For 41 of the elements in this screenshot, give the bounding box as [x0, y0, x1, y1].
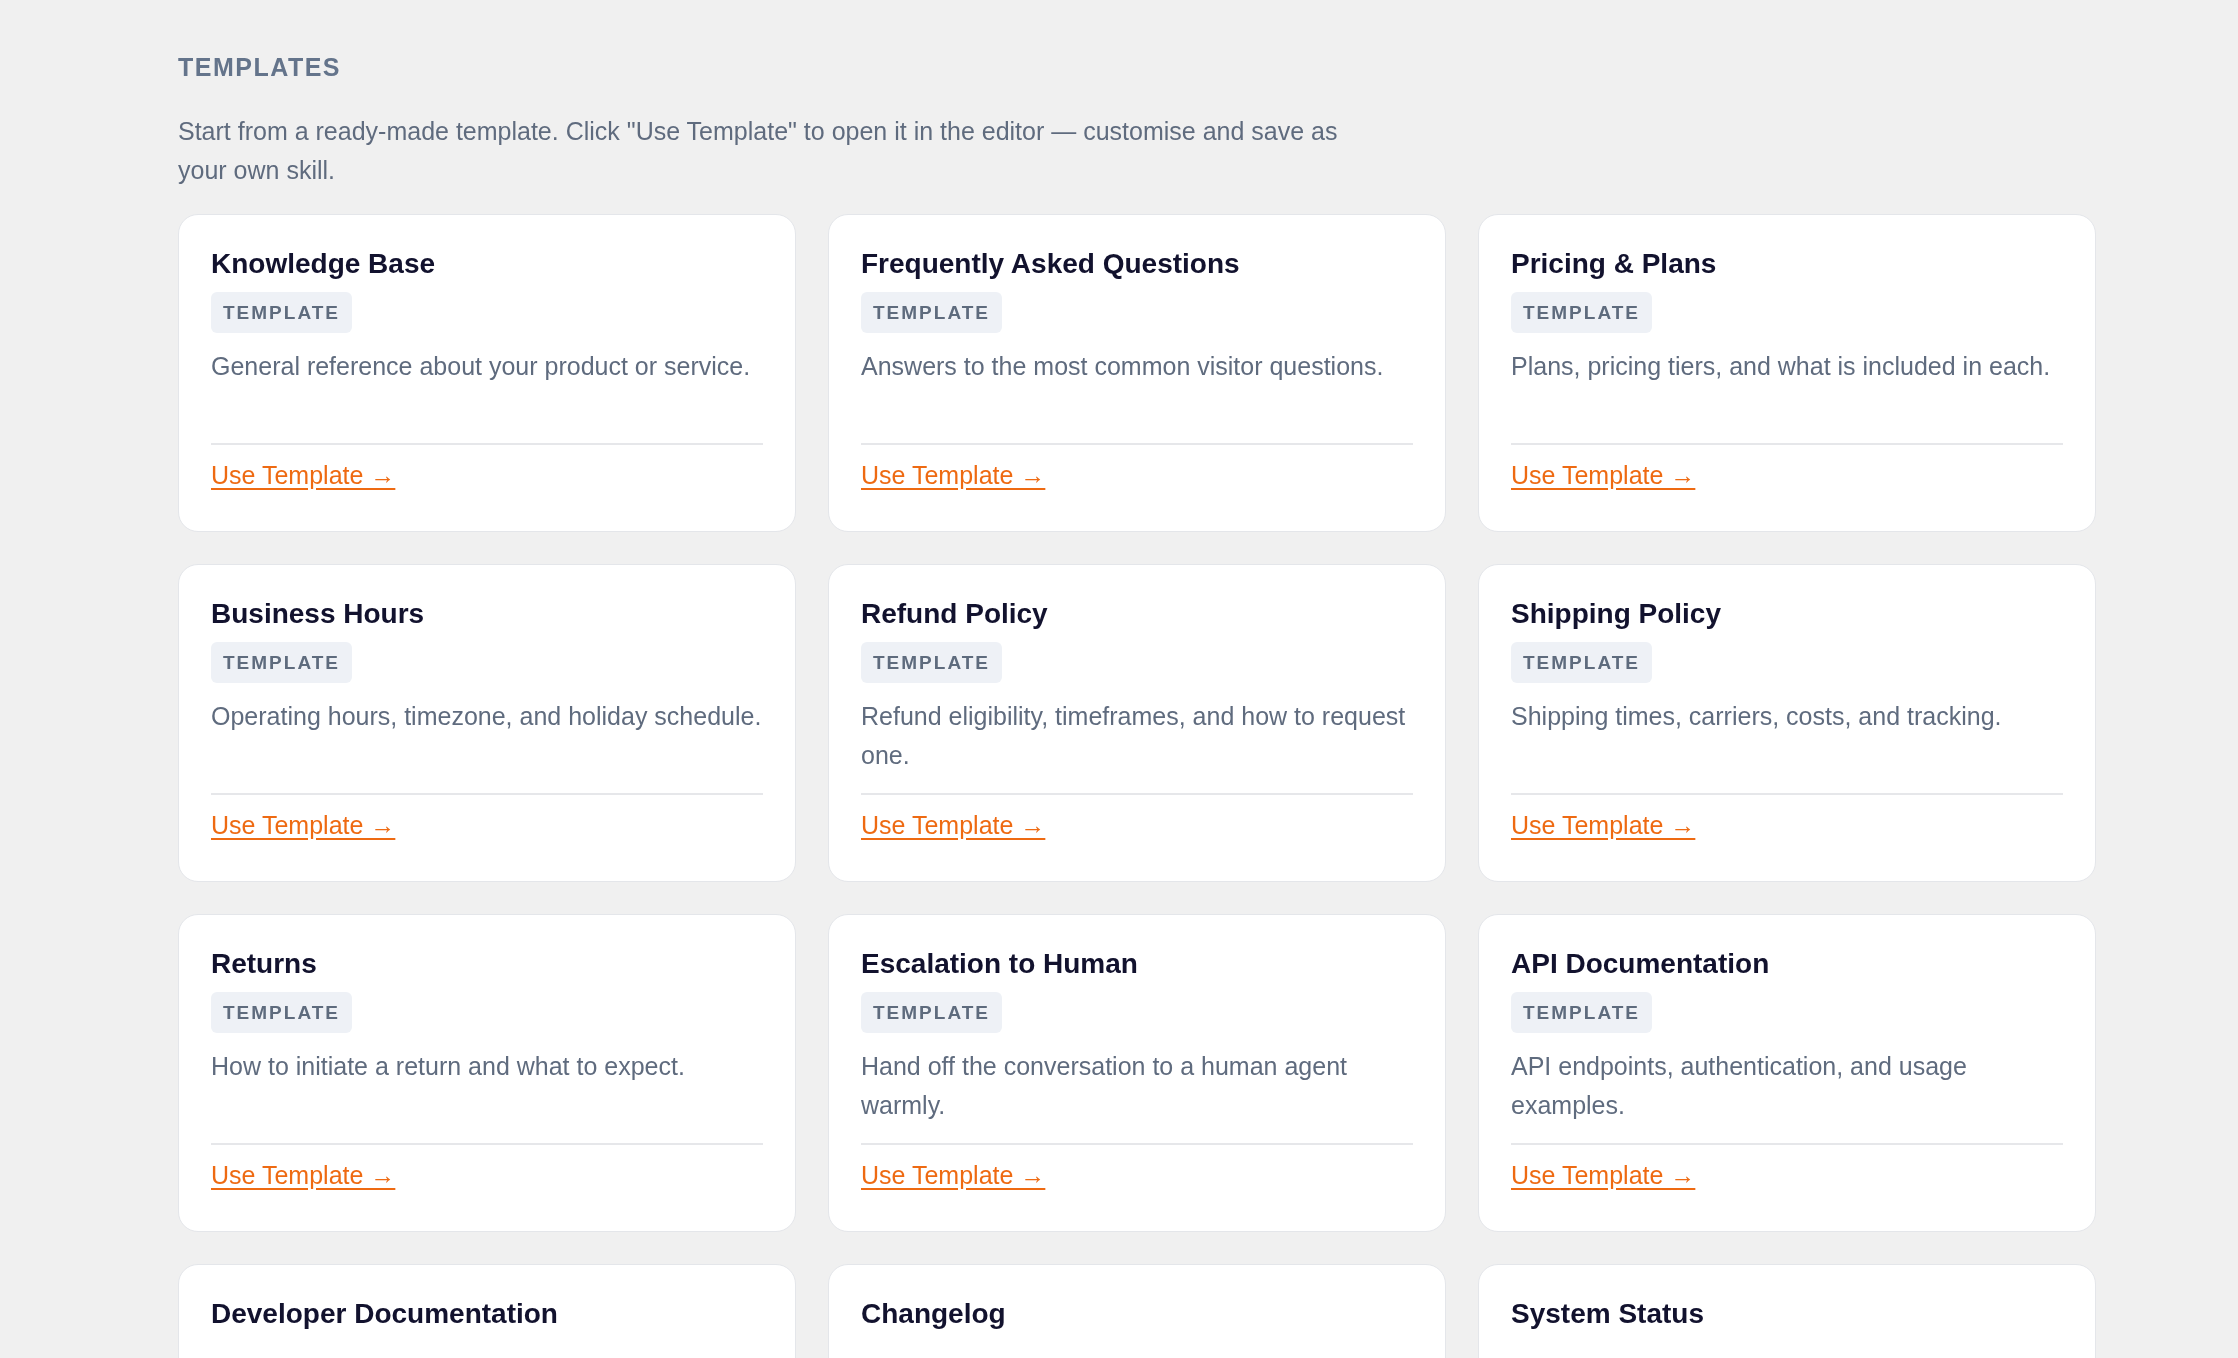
template-badge: TEMPLATE	[861, 292, 1002, 333]
card-title: Changelog	[861, 1297, 1007, 1331]
card-title: Pricing & Plans	[1511, 247, 1718, 281]
card-title: Knowledge Base	[211, 247, 437, 281]
use-template-link[interactable]: Use Template →	[211, 1161, 396, 1189]
use-template-link[interactable]: Use Template →	[861, 811, 1046, 839]
template-badge: TEMPLATE	[1511, 292, 1652, 333]
card-title: Frequently Asked Questions	[861, 247, 1241, 281]
use-template-link[interactable]: Use Template →	[1511, 811, 1696, 839]
card-description: API endpoints, authentication, and usage examples.	[1511, 1051, 1968, 1121]
template-badge: TEMPLATE	[1511, 992, 1652, 1033]
card-title: System Status	[1511, 1297, 1705, 1331]
card-description: How to initiate a return and what to expect.	[211, 1051, 686, 1082]
card-title: Returns	[211, 947, 318, 981]
intro-text: Start from a ready-made template. Click "Use Template" to open it in the editor — customise and save as your own skill.	[178, 116, 1339, 186]
card-title: API Documentation	[1511, 947, 1771, 981]
card-description: Plans, pricing tiers, and what is included in each.	[1511, 351, 2052, 382]
card-description: Refund eligibility, timeframes, and how to request one.	[861, 701, 1407, 771]
use-template-link[interactable]: Use Template →	[861, 461, 1046, 489]
card-title: Escalation to Human	[861, 947, 1139, 981]
template-badge: TEMPLATE	[211, 642, 352, 683]
section-heading: TEMPLATES	[178, 52, 343, 83]
card-title: Business Hours	[211, 597, 426, 631]
use-template-link[interactable]: Use Template →	[1511, 1161, 1696, 1189]
template-badge: TEMPLATE	[861, 992, 1002, 1033]
card-description: Operating hours, timezone, and holiday schedule.	[211, 701, 763, 732]
use-template-link[interactable]: Use Template →	[861, 1161, 1046, 1189]
template-badge: TEMPLATE	[861, 642, 1002, 683]
card-title: Shipping Policy	[1511, 597, 1722, 631]
use-template-link[interactable]: Use Template →	[211, 811, 396, 839]
template-badge: TEMPLATE	[211, 292, 352, 333]
template-badge: TEMPLATE	[1511, 642, 1652, 683]
template-badge: TEMPLATE	[211, 992, 352, 1033]
card-description: Answers to the most common visitor questions.	[861, 351, 1385, 382]
card-description: Shipping times, carriers, costs, and tracking.	[1511, 701, 2003, 732]
use-template-link[interactable]: Use Template →	[1511, 461, 1696, 489]
card-title: Refund Policy	[861, 597, 1049, 631]
card-title: Developer Documentation	[211, 1297, 559, 1331]
card-description: General reference about your product or service.	[211, 351, 752, 382]
card-description: Hand off the conversation to a human agent warmly.	[861, 1051, 1348, 1121]
use-template-link[interactable]: Use Template →	[211, 461, 396, 489]
